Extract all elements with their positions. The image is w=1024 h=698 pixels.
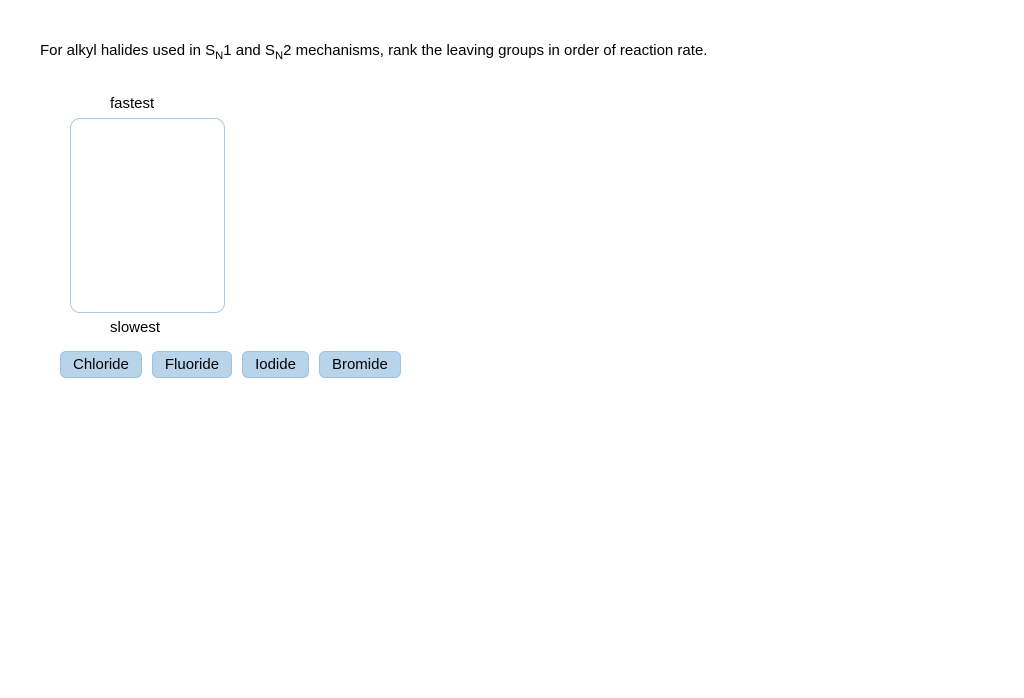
question-prefix: For alkyl halides used in S [40, 42, 215, 59]
option-bromide[interactable]: Bromide [319, 351, 401, 378]
options-row: Chloride Fluoride Iodide Bromide [60, 351, 984, 378]
option-chloride[interactable]: Chloride [60, 351, 142, 378]
question-sub1: N [215, 50, 223, 62]
question-mid2: 2 mechanisms, rank the leaving groups in… [283, 42, 707, 59]
label-fastest: fastest [110, 95, 984, 112]
question-sub2: N [275, 50, 283, 62]
option-iodide[interactable]: Iodide [242, 351, 309, 378]
question-text: For alkyl halides used in SN1 and SN2 me… [40, 40, 984, 65]
option-fluoride[interactable]: Fluoride [152, 351, 232, 378]
label-slowest: slowest [110, 319, 984, 336]
drop-zone[interactable] [70, 118, 225, 313]
question-mid1: 1 and S [223, 42, 275, 59]
ranking-area: fastest slowest Chloride Fluoride Iodide… [70, 95, 984, 378]
